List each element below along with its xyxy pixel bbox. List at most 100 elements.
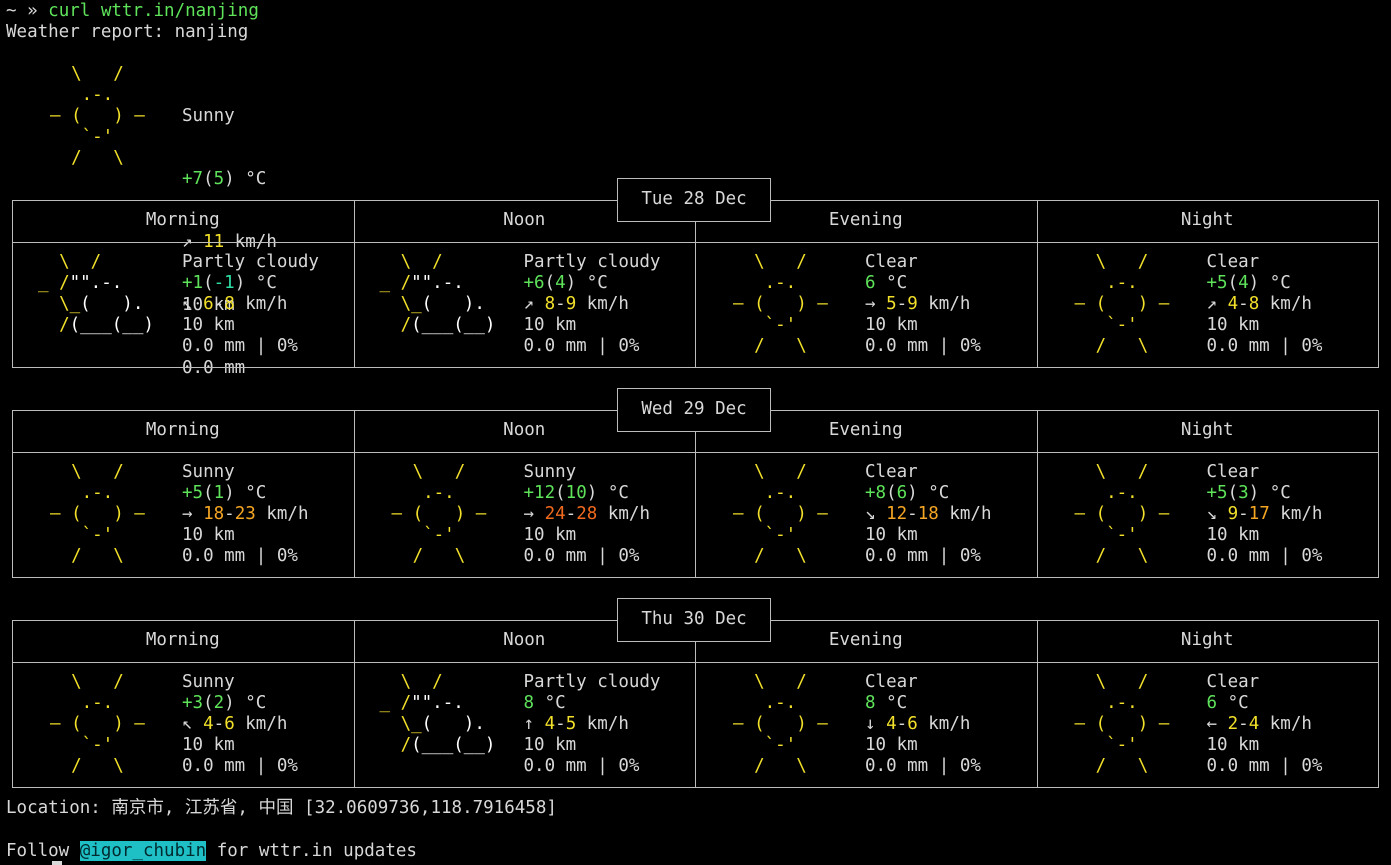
visibility: 10 km (865, 525, 918, 545)
wind-arrow-icon: ← (1206, 714, 1218, 734)
wind-speed: ↗ 8-9 km/h (523, 294, 629, 314)
text-cursor (52, 861, 62, 865)
sun-icon: \ / .-. ― ( ) ― `-' / \ (1074, 672, 1170, 776)
forecast-info: Sunny +5(1) °C → 18-23 km/h 10 km 0.0 mm | 0… (182, 462, 308, 567)
wind-speed: → 24-28 km/h (523, 504, 650, 524)
forecast-info: Clear +8(6) °C ↘ 12-18 km/h 10 km 0.0 mm | 0… (865, 462, 991, 567)
wind-speed: ↗ 4-8 km/h (1206, 294, 1312, 314)
sun-icon: \ / .-. ― ( ) ― `-' / \ (1074, 252, 1170, 356)
forecast-info: Partly cloudy +1(-1) °C ↖ 6-8 km/h 10 km 0.0… (182, 252, 319, 357)
precipitation: 0.0 mm | 0% (523, 336, 640, 356)
visibility: 10 km (1206, 315, 1260, 335)
period-label-morning: Morning (145, 420, 220, 440)
condition-text: Partly cloudy (523, 672, 661, 692)
precipitation: 0.0 mm | 0% (1206, 546, 1323, 566)
wind-arrow-icon: ↘ (1206, 504, 1218, 524)
visibility: 10 km (182, 315, 235, 335)
temperature: 6 °C (1206, 693, 1249, 713)
period-label-night: Night (1180, 630, 1234, 650)
period-label-morning: Morning (145, 630, 220, 650)
precipitation: 0.0 mm | 0% (182, 336, 298, 356)
temperature: +6(4) °C (523, 273, 608, 293)
wind-arrow-icon: ↓ (865, 714, 876, 734)
precipitation: 0.0 mm | 0% (182, 756, 298, 776)
wind-speed: ↘ 12-18 km/h (865, 504, 992, 524)
precipitation: 0.0 mm | 0% (523, 546, 640, 566)
forecast-info: Clear +5(4) °C ↗ 4-8 km/h 10 km 0.0 mm | 0% (1207, 252, 1323, 357)
wind-arrow-icon: ↖ (182, 714, 193, 734)
forecast-info: Partly cloudy +6(4) °C ↗ 8-9 km/h 10 km 0.0 … (524, 252, 661, 357)
precipitation: 0.0 mm | 0% (865, 756, 981, 776)
wind-speed: ↑ 4-5 km/h (523, 714, 629, 734)
wind-arrow-icon: → (182, 504, 193, 524)
date-label: Wed 29 Dec (617, 388, 771, 432)
visibility: 10 km (523, 315, 577, 335)
partly-cloudy-icon: \ / _ /"".-. \_( ). /(___(__) (379, 672, 496, 755)
sun-icon: \ / .-. ― ( ) ― `-' / \ (50, 64, 145, 168)
footer-line: Follow @igor_chubin for wttr.in updates (6, 841, 417, 861)
date-label: Tue 28 Dec (617, 178, 771, 222)
forecast-info: Clear 6 °C → 5-9 km/h 10 km 0.0 mm | 0% (865, 252, 981, 357)
sun-icon: \ / .-. ― ( ) ― `-' / \ (733, 252, 828, 356)
period-label-night: Night (1180, 420, 1234, 440)
temperature: 6 °C (865, 273, 908, 293)
temperature: +1(-1) °C (182, 273, 277, 293)
precipitation: 0.0 mm | 0% (1206, 756, 1323, 776)
wind-arrow-icon: ↘ (865, 504, 876, 524)
partly-cloudy-icon: \ / _ /"".-. \_( ). /(___(__) (379, 252, 496, 335)
visibility: 10 km (865, 315, 918, 335)
visibility: 10 km (865, 735, 918, 755)
condition-text: Partly cloudy (523, 252, 661, 272)
condition-text: Clear (1206, 252, 1260, 272)
current-temp: +7(5) °C (182, 169, 267, 189)
precipitation: 0.0 mm | 0% (865, 336, 981, 356)
condition-text: Sunny (182, 462, 235, 482)
precipitation: 0.0 mm | 0% (182, 546, 298, 566)
visibility: 10 km (523, 735, 577, 755)
period-label-night: Night (1180, 210, 1234, 230)
wind-speed: ↘ 9-17 km/h (1206, 504, 1323, 524)
temperature: +12(10) °C (523, 483, 629, 503)
forecast-info: Partly cloudy 8 °C ↑ 4-5 km/h 10 km 0.0 mm |… (524, 672, 661, 777)
wind-arrow-icon: → (523, 504, 535, 524)
visibility: 10 km (182, 735, 235, 755)
precipitation: 0.0 mm | 0% (523, 756, 640, 776)
partly-cloudy-icon: \ / _ /"".-. \_( ). /(___(__) (38, 252, 154, 335)
condition-text: Sunny (523, 462, 577, 482)
location-line: Location: 南京市, 江苏省, 中国 [32.0609736,118.7… (6, 798, 557, 818)
visibility: 10 km (523, 525, 577, 545)
temperature: +5(3) °C (1206, 483, 1291, 503)
visibility: 10 km (1206, 525, 1260, 545)
sun-icon: \ / .-. ― ( ) ― `-' / \ (50, 672, 145, 776)
wind-speed: → 18-23 km/h (182, 504, 309, 524)
condition-text: Clear (1206, 462, 1260, 482)
wind-arrow-icon: ↗ (1206, 294, 1218, 314)
temperature: 8 °C (523, 693, 566, 713)
forecast-info: Sunny +3(2) °C ↖ 4-6 km/h 10 km 0.0 mm | 0% (182, 672, 298, 777)
forecast-info: Clear 6 °C ← 2-4 km/h 10 km 0.0 mm | 0% (1207, 672, 1323, 777)
twitter-handle-link[interactable]: @igor_chubin (79, 841, 207, 861)
terminal-window[interactable]: ~ » curl wttr.in/nanjing Weather report:… (0, 0, 1391, 865)
forecast-info: Clear 8 °C ↓ 4-6 km/h 10 km 0.0 mm | 0% (865, 672, 981, 777)
wind-speed: ↓ 4-6 km/h (865, 714, 971, 734)
prompt-symbol: ~ » (6, 1, 38, 21)
precipitation: 0.0 mm | 0% (1206, 336, 1323, 356)
temperature: +3(2) °C (182, 693, 267, 713)
sun-icon: \ / .-. ― ( ) ― `-' / \ (50, 462, 145, 566)
wind-arrow-icon: ↑ (523, 714, 535, 734)
condition-text: Sunny (182, 672, 235, 692)
wind-speed: ← 2-4 km/h (1206, 714, 1312, 734)
sun-icon: \ / .-. ― ( ) ― `-' / \ (391, 462, 487, 566)
period-label-morning: Morning (145, 210, 220, 230)
current-condition: Sunny (182, 106, 235, 126)
temperature: +5(4) °C (1206, 273, 1291, 293)
condition-text: Partly cloudy (182, 252, 319, 272)
condition-text: Clear (865, 252, 918, 272)
temperature: 8 °C (865, 693, 908, 713)
report-header: Weather report: nanjing (6, 22, 249, 42)
command-text: curl wttr.in/nanjing (48, 1, 259, 21)
forecast-info: Clear +5(3) °C ↘ 9-17 km/h 10 km 0.0 mm | 0% (1207, 462, 1323, 567)
temperature: +8(6) °C (865, 483, 950, 503)
wind-speed: → 5-9 km/h (865, 294, 971, 314)
forecast-info: Sunny +12(10) °C → 24-28 km/h 10 km 0.0 mm |… (524, 462, 650, 567)
